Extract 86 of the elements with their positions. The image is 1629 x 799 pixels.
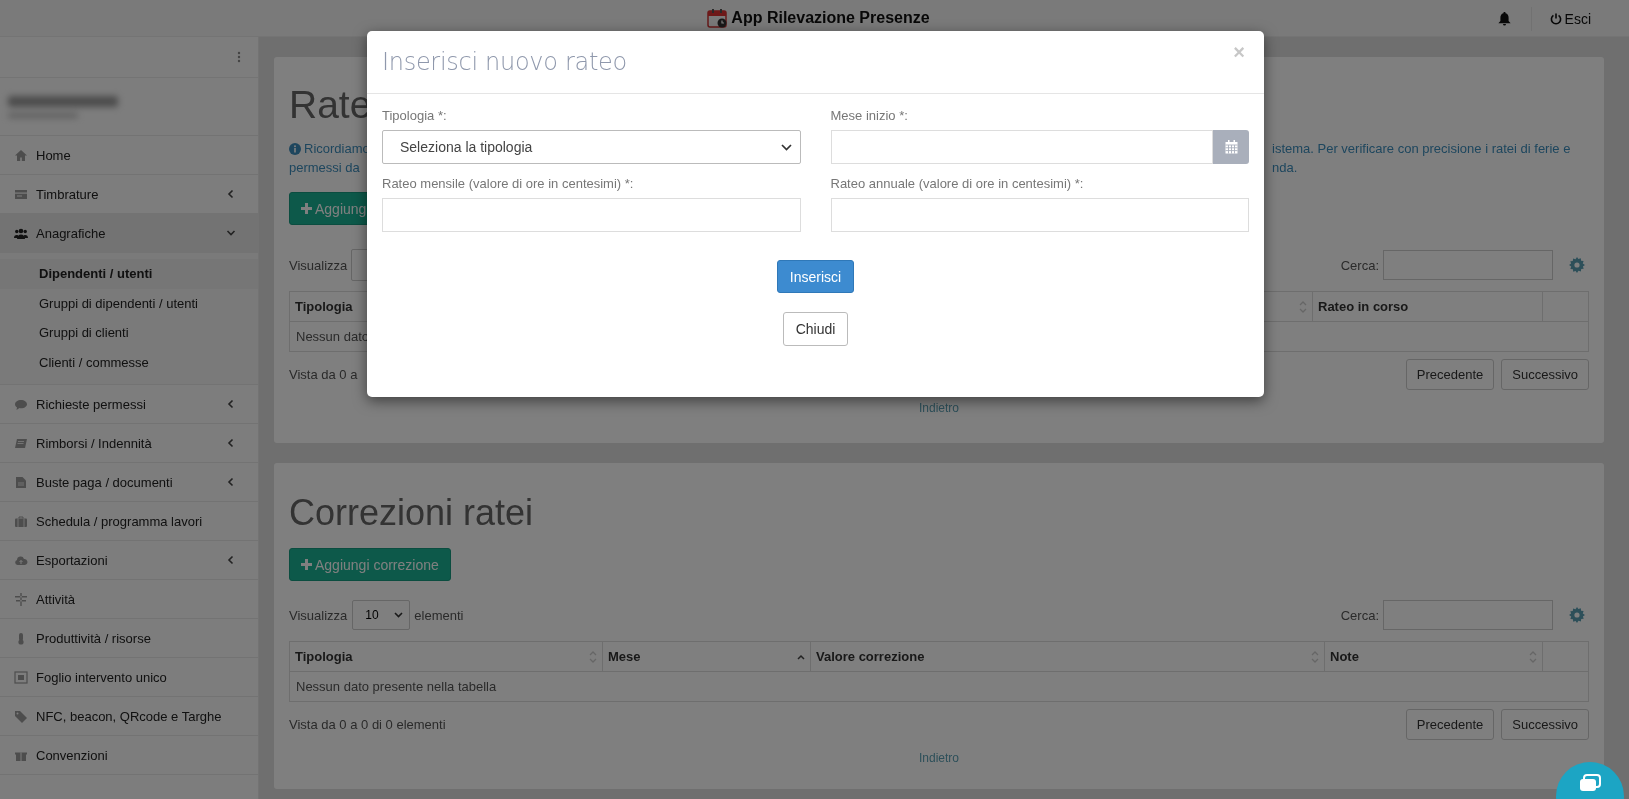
sidebar-item[interactable]: Buste paga / documenti: [0, 463, 258, 502]
previous-button[interactable]: Precedente: [1405, 359, 1495, 390]
chevron-left-icon: [226, 399, 236, 409]
column-header[interactable]: Rateo in corso: [1313, 292, 1543, 321]
calendar-icon: [707, 8, 728, 28]
notice-text: Ricordiamo: [304, 140, 370, 158]
back-link[interactable]: Indietro: [919, 751, 959, 765]
sidebar-item[interactable]: Home: [0, 136, 258, 175]
plus-icon: [301, 559, 312, 570]
search-field[interactable]: [1383, 600, 1553, 630]
plus-icon: [301, 203, 312, 214]
notice-text: permessi da: [289, 159, 361, 177]
sidebar-item[interactable]: Convenzioni: [0, 736, 258, 775]
notice-text: istema. Per verificare con precisione i ratei di ferie e: [1272, 140, 1572, 158]
sort-icon: [1299, 299, 1307, 314]
column-header[interactable]: Valore correzione: [811, 642, 1325, 671]
home-icon: [14, 148, 28, 162]
chevron-down-icon: [226, 228, 236, 238]
search-label: Cerca:: [1340, 257, 1379, 273]
sidebar-item[interactable]: NFC, beacon, QRcode e Targhe: [0, 697, 258, 736]
book-icon: [14, 436, 28, 450]
more-icon[interactable]: [237, 51, 241, 63]
insert-button[interactable]: Inserisci: [776, 260, 855, 293]
submenu-item[interactable]: Dipendenti / utenti: [0, 259, 258, 289]
page-length-select[interactable]: 10: [352, 600, 411, 630]
close-dialog-button[interactable]: Chiudi: [782, 312, 849, 346]
column-header[interactable]: Tipologia: [290, 642, 603, 671]
next-button[interactable]: Successivo: [1501, 359, 1589, 390]
table-info: Vista da 0 a 0 di 0 elementi: [289, 717, 446, 732]
chevron-left-icon: [226, 555, 236, 565]
app-title: App Rilevazione Presenze: [731, 9, 930, 27]
table-info: Vista da 0 a: [289, 367, 358, 382]
search-field[interactable]: [1383, 250, 1553, 280]
sidebar-item[interactable]: Rimborsi / Indennità: [0, 424, 258, 463]
signpost-icon: [14, 592, 28, 606]
section-title: Correzioni ratei: [289, 491, 534, 533]
page-title: Rate: [289, 82, 372, 128]
speech-bubble-icon: [14, 397, 28, 411]
sidebar-item[interactable]: Attività: [0, 580, 258, 619]
briefcase-icon: [14, 514, 28, 528]
column-header[interactable]: Mese: [603, 642, 811, 671]
info-icon: [289, 142, 301, 155]
input-field[interactable]: [382, 198, 801, 232]
show-label: Visualizza: [289, 607, 348, 623]
chevron-left-icon: [226, 477, 236, 487]
sidebar-item[interactable]: Schedula / programma lavori: [0, 502, 258, 541]
field-label: Rateo mensile (valore di ore in centesimi) *:: [382, 176, 635, 191]
field-label: Rateo annuale (valore di ore in centesimi) *:: [830, 176, 1085, 191]
show-label: Visualizza: [289, 257, 348, 273]
chevron-left-icon: [226, 189, 236, 199]
users-icon: [14, 226, 28, 240]
sidebar-item[interactable]: Richieste permessi: [0, 385, 258, 424]
modal-title: Inserisci nuovo rateo: [382, 48, 627, 76]
submenu-item[interactable]: Clienti / commesse: [0, 347, 258, 377]
bell-icon[interactable]: [1497, 11, 1511, 26]
frame-icon: [14, 670, 28, 684]
document-icon: [14, 475, 28, 489]
type-select[interactable]: Seleziona la tipologia: [382, 130, 801, 164]
calendar-icon: [1224, 140, 1238, 154]
settings-icon[interactable]: [1569, 257, 1585, 273]
logout-button[interactable]: Esci: [1549, 10, 1629, 27]
search-label: Cerca:: [1340, 607, 1379, 623]
calendar-button[interactable]: [1213, 130, 1249, 164]
chat-icon: [1578, 774, 1602, 794]
show-suffix: elementi: [414, 607, 464, 623]
field-label: Mese inizio *:: [830, 108, 909, 123]
next-button[interactable]: Successivo: [1501, 709, 1589, 740]
sidebar-item[interactable]: Esportazioni: [0, 541, 258, 580]
card-icon: [14, 187, 28, 201]
power-icon: [1549, 12, 1562, 25]
column-header[interactable]: Note: [1325, 642, 1543, 671]
sidebar-item[interactable]: Anagrafiche: [0, 214, 258, 253]
tag-icon: [14, 709, 28, 723]
empty-table-message: Nessun dato presente nella tabella: [296, 679, 497, 694]
chevron-left-icon: [226, 438, 236, 448]
date-field[interactable]: [830, 130, 1213, 164]
sidebar-item[interactable]: Foglio intervento unico: [0, 658, 258, 697]
settings-icon[interactable]: [1569, 607, 1585, 623]
notice-text: nda.: [1272, 159, 1299, 177]
input-field[interactable]: [830, 198, 1249, 232]
caret-icon: [780, 143, 792, 151]
caret-icon: [394, 612, 404, 618]
sidebar-item[interactable]: Produttività / risorse: [0, 619, 258, 658]
field-label: Tipologia *:: [382, 108, 448, 123]
submenu-item[interactable]: Gruppi di clienti: [0, 318, 258, 348]
previous-button[interactable]: Precedente: [1405, 709, 1495, 740]
